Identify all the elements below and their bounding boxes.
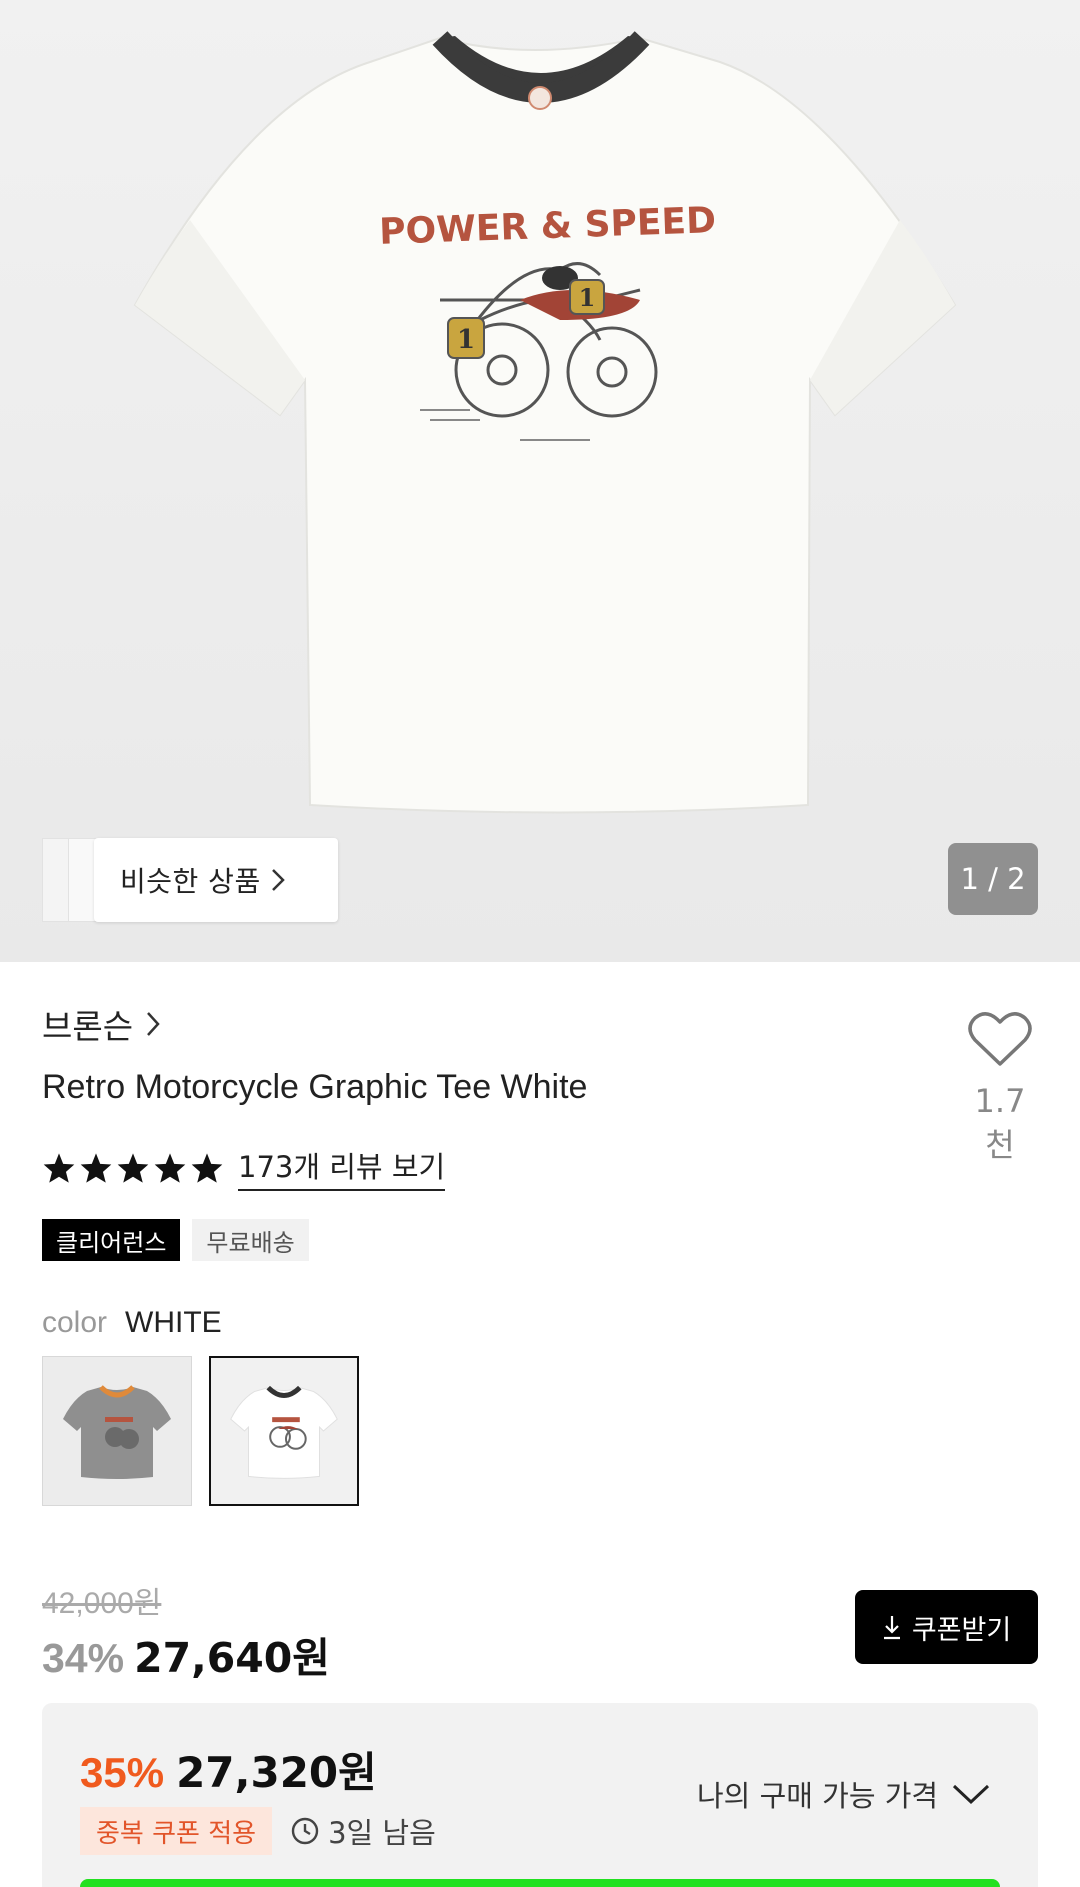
best-price: 27,320원 (176, 1748, 377, 1797)
chevron-right-icon (271, 869, 285, 891)
brand-link[interactable]: 브론슨 (42, 1000, 161, 1048)
get-coupon-button[interactable]: 쿠폰받기 (855, 1590, 1038, 1664)
buy-button[interactable] (80, 1879, 1000, 1887)
similar-products-button[interactable]: 비슷한 상품 (42, 838, 338, 922)
time-left-text: 3일 남음 (328, 1816, 436, 1850)
product-image-gallery[interactable]: POWER & SPEED 1 1 비슷한 상품 1 / 2 (0, 0, 1080, 962)
color-option-label: color WHITE (42, 1306, 222, 1340)
chevron-right-icon (147, 1012, 160, 1036)
product-title: Retro Motorcycle Graphic Tee White (42, 1068, 588, 1106)
sale-price: 27,640원 (134, 1634, 330, 1682)
swatch-grey[interactable] (42, 1356, 192, 1506)
star-icon (154, 1152, 186, 1183)
brand-name: 브론슨 (42, 1007, 134, 1046)
swatch-white[interactable] (209, 1356, 359, 1506)
my-price-toggle[interactable]: 나의 구매 가능 가격 (697, 1773, 990, 1815)
similar-products-card[interactable]: 비슷한 상품 (94, 838, 338, 922)
similar-products-label: 비슷한 상품 (120, 865, 261, 898)
rating-row: 173개 리뷰 보기 (42, 1144, 446, 1191)
get-coupon-label: 쿠폰받기 (911, 1614, 1012, 1646)
chevron-down-icon (953, 1784, 990, 1805)
race-number-left: 1 (457, 325, 475, 355)
stacked-coupon-badge: 중복 쿠폰 적용 (80, 1807, 273, 1855)
white-tshirt-thumb (230, 1385, 338, 1479)
image-pager: 1 / 2 (948, 843, 1038, 915)
heart-icon (968, 1012, 1032, 1066)
tshirt-image: POWER & SPEED 1 1 (133, 31, 957, 814)
review-link[interactable]: 173개 리뷰 보기 (238, 1144, 446, 1191)
star-icon (43, 1152, 75, 1183)
star-icon (80, 1152, 112, 1183)
clock-icon (291, 1817, 319, 1845)
best-price-row: 35% 27,320원 (80, 1739, 377, 1800)
best-discount-rate: 35% (80, 1749, 165, 1796)
grey-tshirt-thumb (63, 1385, 171, 1479)
time-left: 3일 남음 (290, 1810, 436, 1852)
race-number-right: 1 (579, 283, 596, 312)
free-shipping-badge: 무료배송 (192, 1219, 309, 1261)
star-rating (42, 1152, 224, 1184)
color-swatches (42, 1356, 359, 1506)
discount-rate: 34% (42, 1635, 125, 1681)
like-button[interactable]: 1.7천 (960, 1010, 1040, 1166)
sale-price-row: 34% 27,640원 (42, 1624, 330, 1684)
coupon-info-row: 중복 쿠폰 적용 3일 남음 (80, 1807, 436, 1855)
color-label: color (42, 1306, 108, 1339)
original-price: 42,000원 (42, 1587, 162, 1620)
color-value: WHITE (125, 1306, 222, 1339)
star-icon (117, 1152, 149, 1183)
my-price-label: 나의 구매 가능 가격 (697, 1779, 939, 1813)
my-price-panel[interactable]: 35% 27,320원 중복 쿠폰 적용 3일 남음 나의 구매 가능 가격 (42, 1703, 1038, 1887)
like-count: 1.7천 (974, 1082, 1026, 1164)
star-icon (191, 1152, 223, 1183)
clearance-badge: 클리어런스 (42, 1219, 181, 1261)
badge-row: 클리어런스 무료배송 (42, 1219, 309, 1261)
download-icon (883, 1616, 900, 1640)
